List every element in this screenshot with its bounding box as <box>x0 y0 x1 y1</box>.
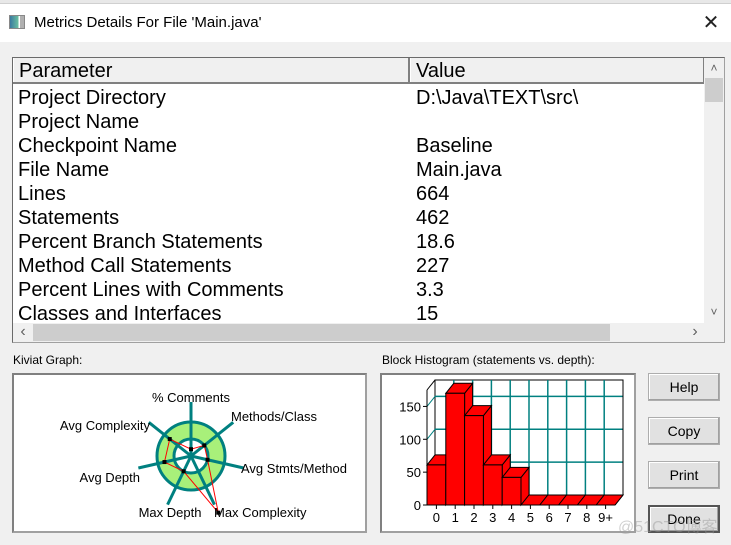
table-row[interactable]: Checkpoint Name Baseline <box>13 134 705 158</box>
histogram-axis <box>426 379 436 391</box>
table-header: Parameter Value <box>13 58 705 84</box>
histogram-x-tick-label: 2 <box>470 510 477 525</box>
table-body: Project Directory D:\Java\TEXT\src\ Projec… <box>13 86 705 326</box>
histogram-y-tick-label: 0 <box>414 498 421 513</box>
table-row[interactable]: Percent Branch Statements 18.6 <box>13 230 705 254</box>
parameter-cell: Project Name <box>18 111 140 133</box>
kiviat-point <box>202 443 207 448</box>
table-row[interactable]: Project Directory D:\Java\TEXT\src\ <box>13 86 705 110</box>
value-cell: D:\Java\TEXT\src\ <box>416 87 579 109</box>
histogram-bar-front <box>501 476 522 506</box>
app-window-icon <box>9 15 25 29</box>
kiviat-axis-label: Avg Depth <box>80 470 140 485</box>
scroll-down-icon[interactable]: ˅ <box>704 303 724 321</box>
metrics-table: Parameter Value Project Directory D:\Java… <box>12 57 725 343</box>
kiviat-point <box>189 447 193 452</box>
kiviat-axis-label: Avg Stmts/Method <box>241 461 347 476</box>
vertical-scroll-thumb[interactable] <box>705 78 723 102</box>
kiviat-axis-label: Avg Complexity <box>60 418 151 433</box>
value-cell: 227 <box>416 255 450 277</box>
kiviat-axis-label: % Comments <box>152 390 231 405</box>
kiviat-point <box>162 460 167 465</box>
vertical-scrollbar[interactable]: ˄ ˅ <box>704 58 724 323</box>
table-row[interactable]: Project Name <box>13 110 705 134</box>
scroll-up-icon[interactable]: ˄ <box>704 59 724 77</box>
histogram-gridline <box>426 396 436 407</box>
table-row[interactable]: Method Call Statements 227 <box>13 254 705 278</box>
kiviat-graph-panel: % Comments Methods/Class Avg Stmts/Method M… <box>12 373 367 533</box>
horizontal-scrollbar[interactable]: ‹ › <box>13 323 705 342</box>
parameter-cell: Lines <box>18 183 66 205</box>
print-button[interactable]: Print <box>648 461 720 489</box>
horizontal-scroll-thumb[interactable] <box>33 324 610 341</box>
block-histogram-chart: 0501001500 1 2 3 4 5 6 7 8 9+ <box>399 379 625 525</box>
value-cell: Main.java <box>416 159 502 181</box>
parameter-cell: Method Call Statements <box>18 255 232 277</box>
value-cell: 462 <box>416 207 450 229</box>
histogram-x-tick-label: 1 <box>452 510 459 525</box>
kiviat-graph-label: Kiviat Graph: <box>13 353 83 367</box>
kiviat-axis-label: Max Depth <box>139 505 202 520</box>
histogram-bar-front <box>464 415 484 506</box>
done-button[interactable]: Done <box>648 505 720 533</box>
window-title: Metrics Details For File 'Main.java' <box>34 14 262 31</box>
histogram-bar-front <box>482 464 503 506</box>
kiviat-point <box>181 469 186 474</box>
column-header-value[interactable]: Value <box>410 58 705 82</box>
histogram-x-tick-label: 0 <box>433 510 440 525</box>
title-bar: Metrics Details For File 'Main.java' ✕ <box>0 4 731 42</box>
copy-button[interactable]: Copy <box>648 417 720 445</box>
value-cell: Baseline <box>416 135 493 157</box>
kiviat-graph: % CommentsMethods/Class Avg Stmts/Method M… <box>60 390 347 520</box>
scrollbar-corner <box>704 323 724 342</box>
column-header-parameter[interactable]: Parameter <box>13 58 410 82</box>
value-cell: 664 <box>416 183 450 205</box>
histogram-y-tick-label: 50 <box>407 465 421 480</box>
kiviat-axis-label: Methods/Class <box>231 409 317 424</box>
histogram-bar-front <box>426 464 447 506</box>
block-histogram-panel: 0 50 100 150 0 1 2 3 4 5 6 7 8 9+ <box>380 373 636 533</box>
histogram-x-tick-label: 6 <box>546 510 553 525</box>
value-cell: 18.6 <box>416 231 455 253</box>
histogram-bar-front <box>445 392 466 506</box>
histogram-x-tick-label: 8 <box>583 510 590 525</box>
kiviat-axis-label: Max Complexity <box>214 505 307 520</box>
histogram-y-tick-label: 150 <box>399 399 421 414</box>
value-cell: 3.3 <box>416 279 444 301</box>
table-row[interactable]: Lines 664 <box>13 182 705 206</box>
table-row[interactable]: Percent Lines with Comments 3.3 <box>13 278 705 302</box>
histogram-x-tick-label: 5 <box>527 510 534 525</box>
block-histogram-label: Block Histogram (statements vs. depth): <box>382 353 595 367</box>
histogram-x-tick-label: 3 <box>489 510 496 525</box>
histogram-x-tick-label: 4 <box>508 510 515 525</box>
kiviat-point <box>205 457 210 462</box>
histogram-x-tick-label: 7 <box>564 510 571 525</box>
table-row[interactable]: File Name Main.java <box>13 158 705 182</box>
histogram-gridline <box>426 428 436 440</box>
parameter-cell: Project Directory <box>18 87 166 109</box>
histogram-x-tick-label: 9+ <box>598 510 613 525</box>
table-row[interactable]: Statements 462 <box>13 206 705 230</box>
parameter-cell: Percent Branch Statements <box>18 231 263 253</box>
kiviat-point <box>167 437 172 442</box>
histogram-y-tick-label: 100 <box>399 432 421 447</box>
parameter-cell: Percent Lines with Comments <box>18 279 284 301</box>
help-button[interactable]: Help <box>648 373 720 401</box>
close-icon[interactable]: ✕ <box>699 11 723 35</box>
scroll-left-icon[interactable]: ‹ <box>13 323 33 341</box>
parameter-cell: Statements <box>18 207 120 229</box>
parameter-cell: File Name <box>18 159 110 181</box>
parameter-cell: Checkpoint Name <box>18 135 177 157</box>
scroll-right-icon[interactable]: › <box>685 323 705 341</box>
